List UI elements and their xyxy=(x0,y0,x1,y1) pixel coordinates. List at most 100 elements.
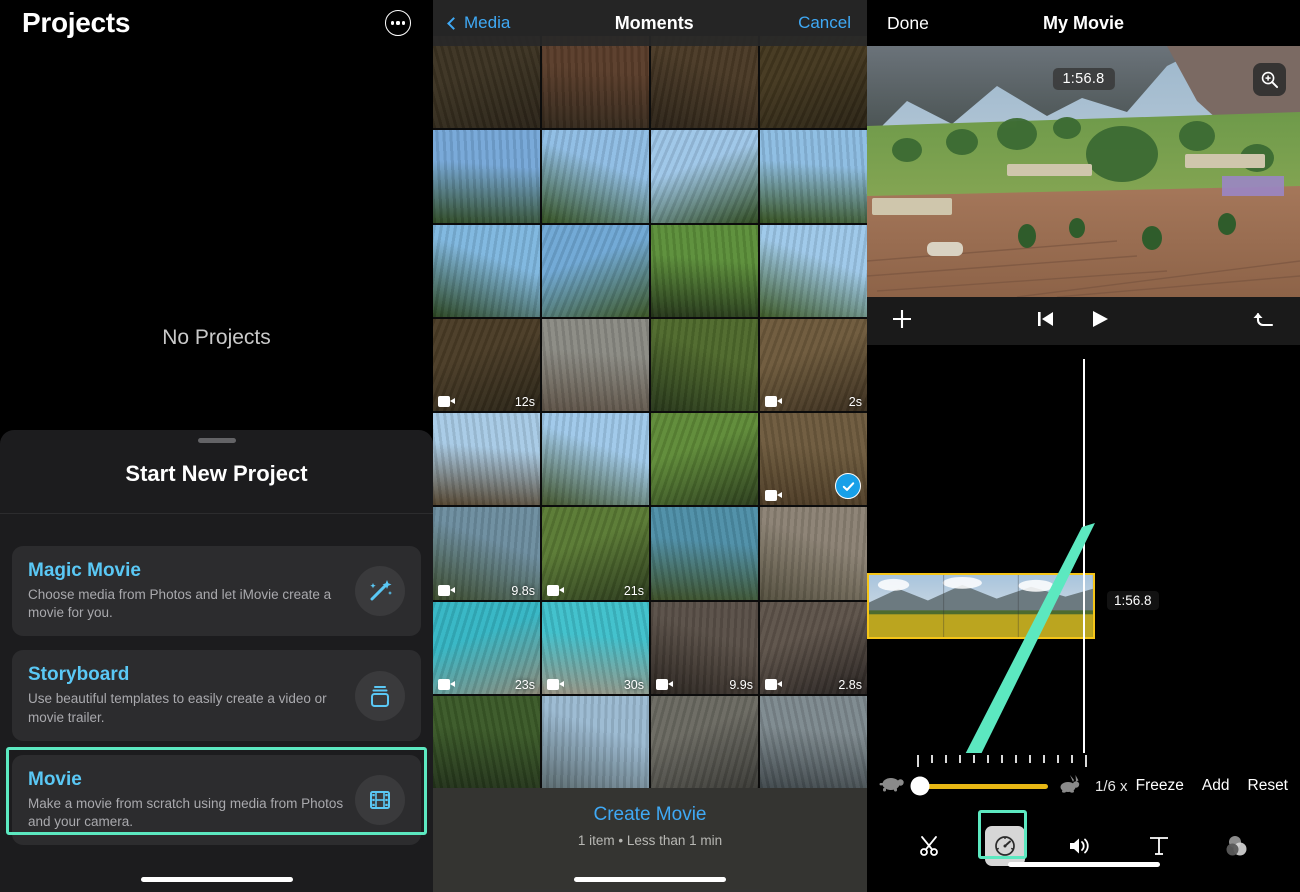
clip-duration-label: 2.8s xyxy=(838,677,862,692)
media-thumbnail[interactable] xyxy=(433,413,540,506)
media-thumbnail[interactable]: 30s xyxy=(542,601,649,694)
media-thumbnail[interactable] xyxy=(760,507,867,600)
option-storyboard-desc: Use beautiful templates to easily create… xyxy=(28,691,327,725)
timeline-clip[interactable] xyxy=(867,573,1095,639)
media-thumbnail[interactable]: 9.9s xyxy=(651,601,758,694)
option-magic-movie-title: Magic Movie xyxy=(28,560,141,581)
media-thumbnail[interactable] xyxy=(433,130,540,223)
media-thumbnail[interactable]: 2.8s xyxy=(760,601,867,694)
media-thumbnail[interactable]: 12s xyxy=(433,318,540,411)
option-magic-movie[interactable]: Magic Movie Choose media from Photos and… xyxy=(12,546,421,637)
clip-duration-label: 30s xyxy=(623,677,644,692)
thumbnail-texture xyxy=(542,413,649,506)
trim-tab[interactable] xyxy=(907,826,953,866)
ruler-tick xyxy=(917,755,919,767)
projects-header: Projects xyxy=(0,0,433,46)
skip-to-start-icon[interactable] xyxy=(1035,309,1057,334)
speed-slider[interactable] xyxy=(910,776,1048,796)
ruler-tick xyxy=(1029,755,1031,763)
cancel-button[interactable]: Cancel xyxy=(798,13,851,33)
magic-wand-icon xyxy=(355,566,405,617)
ruler-tick xyxy=(987,755,989,763)
speed-tab[interactable] xyxy=(985,826,1026,866)
media-thumbnail[interactable] xyxy=(651,318,758,411)
media-thumbnail[interactable] xyxy=(542,224,649,317)
media-thumbnail[interactable] xyxy=(542,413,649,506)
home-indicator-mid xyxy=(574,877,726,882)
media-grid: 12s 2s 9.8s 21s 23s 30s 9.9s 2.8s xyxy=(433,36,867,788)
media-thumbnail[interactable] xyxy=(651,130,758,223)
thumbnail-texture xyxy=(542,318,649,411)
more-options-icon[interactable] xyxy=(385,10,411,36)
create-movie-button[interactable]: Create Movie xyxy=(584,802,717,828)
back-to-media-button[interactable]: Media xyxy=(447,13,510,33)
ruler-tick xyxy=(1085,755,1087,767)
add-button[interactable]: Add xyxy=(1202,777,1230,795)
chevron-left-icon xyxy=(447,16,460,30)
option-movie[interactable]: Movie Make a movie from scratch using me… xyxy=(12,754,421,846)
media-picker-footer: Create Movie 1 item • Less than 1 min xyxy=(433,788,867,892)
thumbnail-texture xyxy=(542,130,649,223)
storyboard-stack-icon xyxy=(355,670,405,721)
media-thumbnail[interactable] xyxy=(651,507,758,600)
media-thumbnail[interactable] xyxy=(651,36,758,129)
plus-icon[interactable] xyxy=(889,306,915,337)
media-thumbnail[interactable] xyxy=(542,695,649,788)
video-preview[interactable]: 1:56.8 xyxy=(867,46,1300,297)
media-thumbnail[interactable]: 2s xyxy=(760,318,867,411)
undo-icon[interactable] xyxy=(1252,307,1278,336)
freeze-button[interactable]: Freeze xyxy=(1136,777,1184,795)
media-thumbnail[interactable] xyxy=(433,695,540,788)
projects-panel: Projects No Projects Start New Project M… xyxy=(0,0,433,892)
media-thumbnail[interactable] xyxy=(760,695,867,788)
timeline[interactable]: 1:56.8 xyxy=(867,345,1300,753)
media-thumbnail[interactable] xyxy=(433,224,540,317)
media-thumbnail[interactable] xyxy=(651,413,758,506)
ruler-tick xyxy=(973,755,975,763)
media-thumbnail[interactable] xyxy=(542,36,649,129)
filters-tab[interactable] xyxy=(1214,826,1260,866)
ruler-tick xyxy=(945,755,947,763)
media-thumbnail[interactable]: 21s xyxy=(542,507,649,600)
option-movie-desc: Make a movie from scratch using media fr… xyxy=(28,795,344,830)
media-thumbnail[interactable] xyxy=(760,36,867,129)
media-thumbnail[interactable] xyxy=(542,130,649,223)
video-camera-icon xyxy=(547,678,564,690)
video-camera-icon xyxy=(438,396,455,407)
title-tab[interactable] xyxy=(1136,826,1182,866)
done-button[interactable]: Done xyxy=(887,13,929,34)
media-thumbnail[interactable] xyxy=(433,36,540,129)
media-thumbnail[interactable]: 23s xyxy=(433,601,540,694)
speed-slider-knob[interactable] xyxy=(910,776,930,796)
home-indicator-right xyxy=(1007,862,1160,867)
zoom-in-icon[interactable] xyxy=(1253,63,1286,96)
option-storyboard[interactable]: Storyboard Use beautiful templates to ea… xyxy=(12,650,421,741)
reset-button[interactable]: Reset xyxy=(1248,777,1289,795)
media-thumbnail[interactable] xyxy=(651,695,758,788)
media-thumbnail[interactable] xyxy=(651,224,758,317)
page-title: Projects xyxy=(22,7,131,38)
sheet-grabber[interactable] xyxy=(197,438,236,443)
speed-slider-row: 1/6 x Freeze Add Reset xyxy=(867,769,1300,803)
sheet-title: Start New Project xyxy=(0,434,433,514)
ruler-tick xyxy=(1071,755,1073,763)
media-picker-panel: Media Moments Cancel 12s 2s 9.8s 21s 23s 30s 9… xyxy=(433,0,867,892)
volume-tab[interactable] xyxy=(1057,826,1103,866)
thumbnail-texture xyxy=(651,224,758,317)
media-thumbnail[interactable] xyxy=(760,130,867,223)
thumbnail-texture xyxy=(651,413,758,506)
ruler-tick xyxy=(1057,755,1059,763)
media-thumbnail[interactable] xyxy=(542,318,649,411)
movie-editor-panel: Done My Movie 1:56.8 1:56.8 1/6 x Freeze… xyxy=(867,0,1300,892)
media-picker-header: Media Moments Cancel xyxy=(433,0,867,46)
speed-ruler xyxy=(917,753,1087,767)
clip-duration-label: 23s xyxy=(514,677,535,692)
preview-timecode: 1:56.8 xyxy=(1052,68,1115,90)
media-thumbnail[interactable]: 9.8s xyxy=(433,507,540,600)
play-icon[interactable] xyxy=(1089,308,1111,335)
media-thumbnail[interactable] xyxy=(760,413,867,506)
media-thumbnail[interactable] xyxy=(760,224,867,317)
movie-title: My Movie xyxy=(1042,12,1125,33)
clip-duration-label: 2s xyxy=(848,395,862,409)
thumbnail-texture xyxy=(542,36,649,129)
